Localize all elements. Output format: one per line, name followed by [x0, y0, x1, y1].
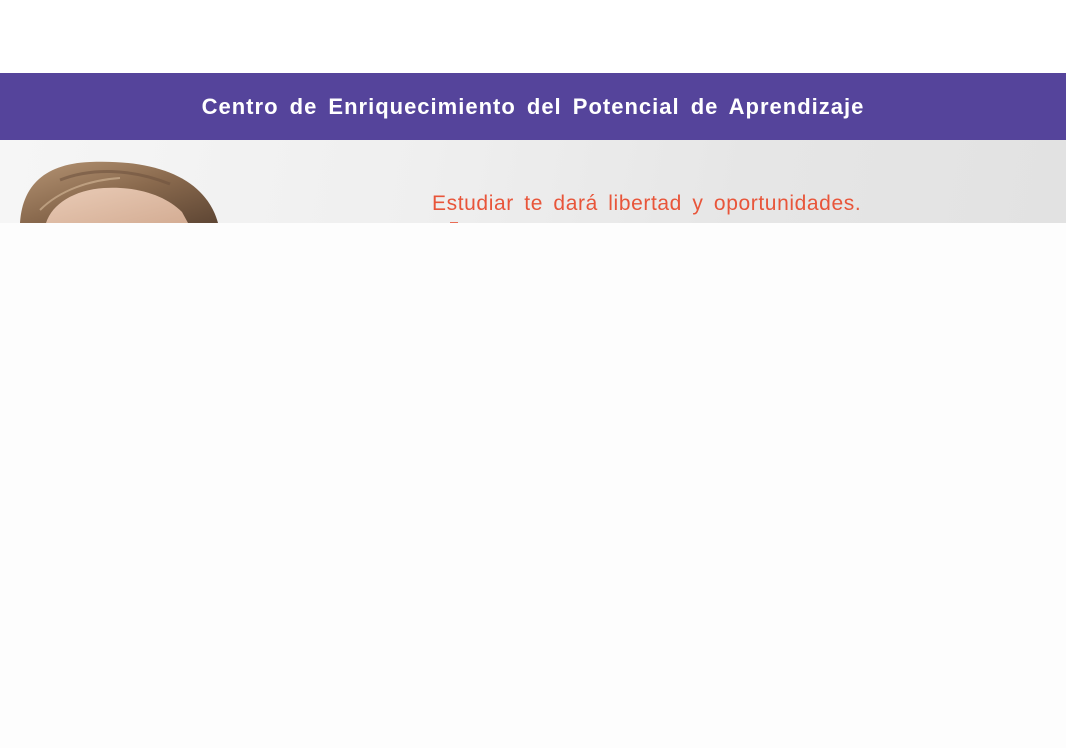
page-title: Centro de Enriquecimiento del Potencial … [201, 93, 865, 119]
portrait-illustration [20, 161, 218, 223]
header-banner: Centro de Enriquecimiento del Potencial … [0, 73, 1066, 140]
top-whitespace [0, 0, 1066, 73]
woman-portrait-image [0, 140, 260, 223]
content-placeholder-area [0, 223, 1066, 748]
hero-section: Estudiar te dará libertad y oportunidade… [0, 140, 1066, 223]
hero-headline: Estudiar te dará libertad y oportunidade… [432, 192, 862, 215]
